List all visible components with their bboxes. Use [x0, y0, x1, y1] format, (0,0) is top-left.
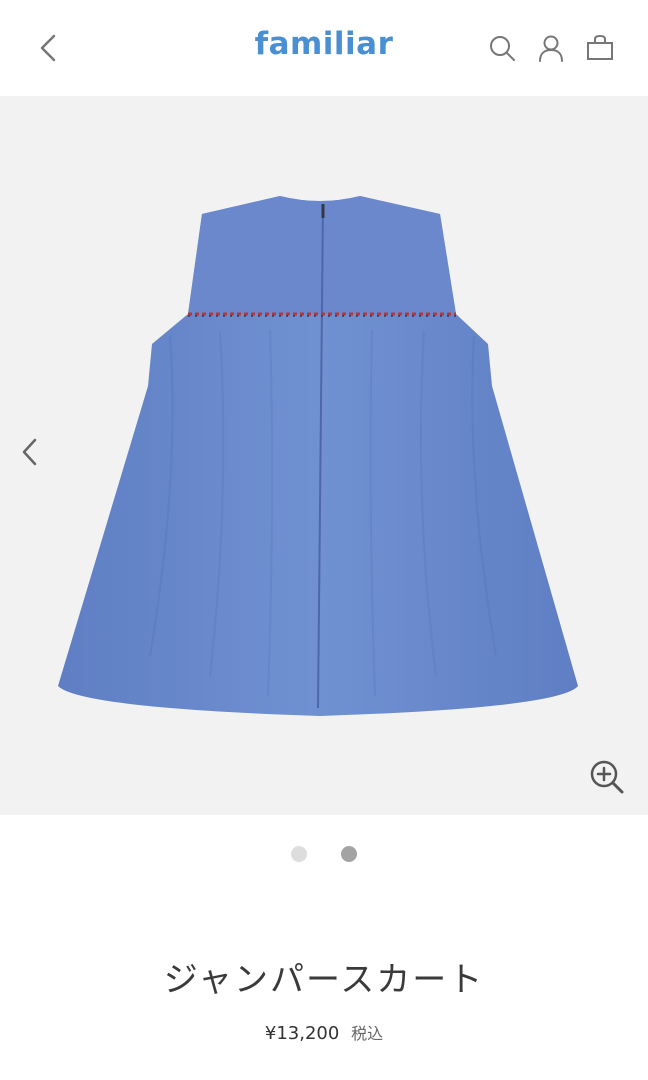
search-icon: [490, 36, 515, 61]
product-price: ¥13,200: [264, 1023, 340, 1044]
pagination-dot-1[interactable]: [291, 846, 307, 862]
gallery-pagination: [0, 844, 648, 864]
zoom-in-icon: [590, 760, 624, 794]
shopping-bag-icon: [587, 34, 613, 60]
product-gallery[interactable]: [0, 96, 648, 815]
product-title: ジャンパースカート: [163, 960, 485, 1000]
pagination-dot-2[interactable]: [341, 846, 357, 862]
gallery-prev-button[interactable]: [10, 430, 50, 474]
cart-button[interactable]: [582, 30, 618, 66]
tax-included-label: 税込: [351, 1024, 384, 1043]
chevron-left-icon: [22, 438, 37, 466]
price-row: ¥13,200 税込: [0, 1020, 648, 1044]
app-header: familiar: [0, 0, 648, 96]
search-button[interactable]: [484, 30, 520, 66]
zoom-button[interactable]: [586, 756, 628, 798]
product-image: [58, 196, 578, 716]
account-button[interactable]: [533, 30, 569, 66]
user-icon: [539, 35, 563, 62]
header-actions: [471, 30, 618, 66]
